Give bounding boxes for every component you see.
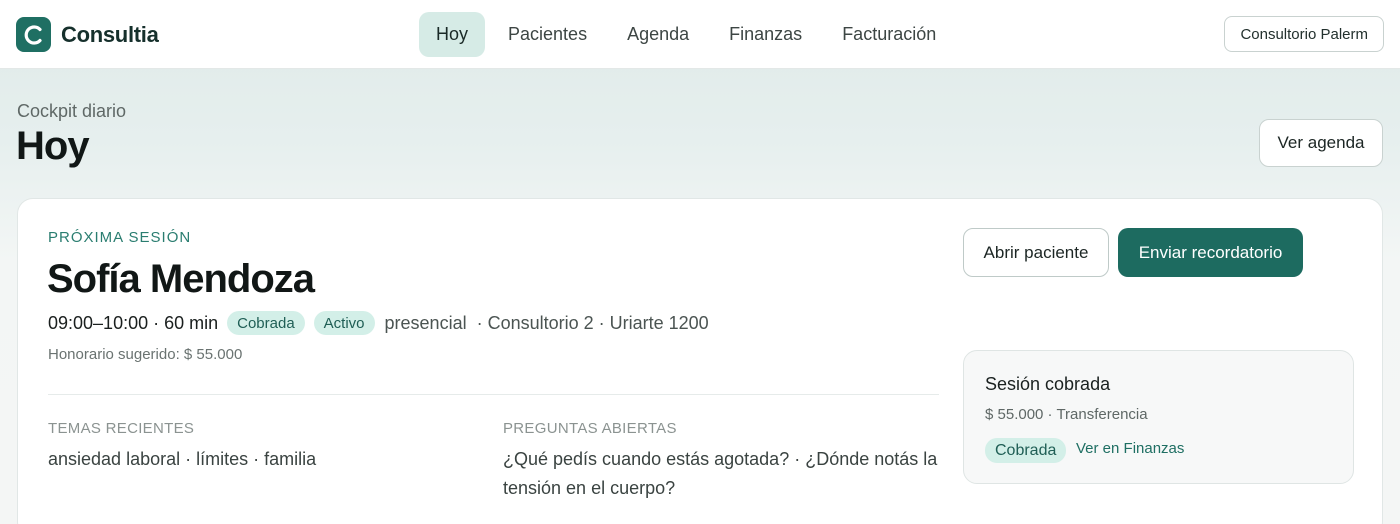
suggested-fee: Honorario sugerido: $ 55.000 (48, 346, 243, 363)
patient-name: Sofía Mendoza (47, 257, 315, 301)
open-questions-text: ¿Qué pedís cuando estás agotada? · ¿Dónd… (503, 449, 938, 498)
open-patient-button[interactable]: Abrir paciente (963, 228, 1109, 277)
payment-title: Sesión cobrada (985, 374, 1111, 394)
organization-selector-button[interactable]: Consultorio Palerm (1224, 16, 1384, 52)
session-location: · Consultorio 2 · Uriarte 1200 (476, 312, 709, 333)
section-divider (48, 394, 939, 395)
next-session-card: PRÓXIMA SESIÓN Sofía Mendoza 09:00–10:00… (17, 198, 1383, 524)
view-agenda-button[interactable]: Ver agenda (1259, 119, 1383, 167)
brand[interactable]: Consultia (16, 17, 159, 52)
nav-item-hoy[interactable]: Hoy (419, 12, 486, 57)
view-in-finances-link[interactable]: Ver en Finanzas (1076, 440, 1184, 457)
payment-detail: $ 55.000 · Transferencia (985, 406, 1148, 423)
nav-item-finanzas[interactable]: Finanzas (712, 12, 819, 57)
send-reminder-button[interactable]: Enviar recordatorio (1118, 228, 1303, 277)
top-navigation-bar: Consultia Hoy Pacientes Agenda Finanzas … (0, 0, 1400, 69)
session-meta-row: 09:00–10:00 · 60 min Cobrada Activo pres… (48, 311, 709, 335)
payment-status-badge: Cobrada (227, 311, 305, 335)
payment-summary-box: Sesión cobrada $ 55.000 · Transferencia … (963, 350, 1354, 484)
consultia-logo-icon (16, 17, 51, 52)
patient-status-badge: Activo (313, 311, 375, 335)
session-time: 09:00–10:00 · 60 min (48, 312, 219, 333)
nav-item-facturacion[interactable]: Facturación (825, 12, 953, 57)
main-nav: Hoy Pacientes Agenda Finanzas Facturació… (419, 12, 959, 57)
open-questions-title: PREGUNTAS ABIERTAS (503, 420, 677, 437)
brand-name: Consultia (61, 21, 159, 47)
recent-topics-title: TEMAS RECIENTES (48, 420, 195, 437)
recent-topics-text: ansiedad laboral · límites · familia (48, 449, 317, 469)
nav-item-agenda[interactable]: Agenda (610, 12, 706, 57)
page-title: Hoy (16, 124, 90, 168)
nav-item-pacientes[interactable]: Pacientes (491, 12, 604, 57)
session-modality: presencial (384, 312, 467, 333)
page-eyebrow: Cockpit diario (17, 101, 127, 121)
payment-badge: Cobrada (985, 438, 1067, 463)
next-session-label: PRÓXIMA SESIÓN (48, 229, 192, 246)
